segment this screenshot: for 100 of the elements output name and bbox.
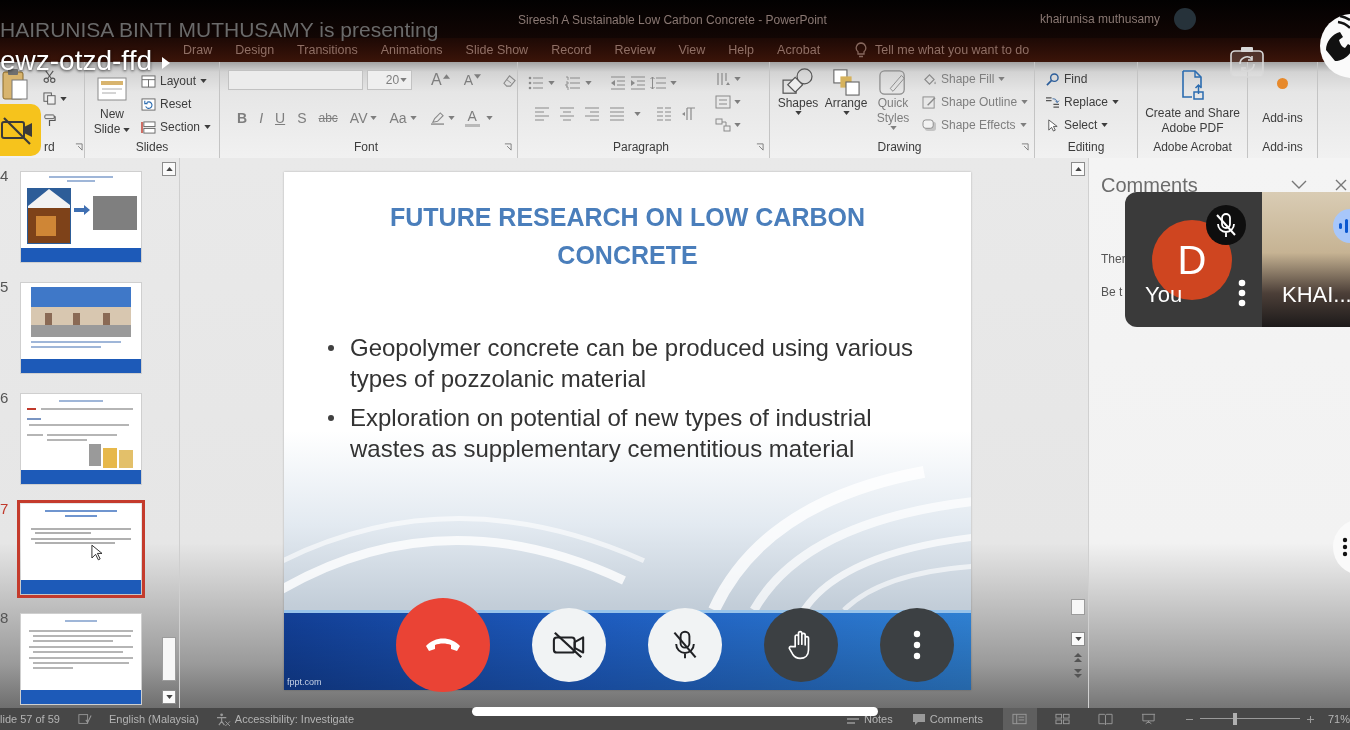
create-pdf-button[interactable]: Create and Share Adobe PDF — [1140, 70, 1245, 138]
select-button[interactable]: Select — [1045, 116, 1137, 134]
pen-outline-icon — [922, 95, 937, 109]
vertical-text-icon[interactable] — [715, 72, 731, 86]
shape-effects-icon — [922, 118, 937, 132]
caret-icon — [1101, 123, 1109, 127]
more-icon[interactable] — [1238, 279, 1246, 307]
caret-icon — [889, 126, 897, 130]
menu-tab[interactable]: Record — [551, 43, 592, 57]
numbered-list-icon[interactable] — [565, 76, 581, 90]
caret-icon — [998, 77, 1006, 81]
reset-icon — [141, 97, 156, 111]
caret-right-icon[interactable] — [162, 57, 170, 69]
arrange-button[interactable]: Arrange — [824, 68, 868, 138]
menu-tab[interactable]: Slide Show — [465, 43, 529, 57]
menu-tab[interactable]: Acrobat — [777, 43, 821, 57]
scrollbar-thumb[interactable] — [162, 637, 176, 681]
caret-icon — [474, 74, 481, 79]
dialog-launcher-icon[interactable] — [504, 143, 512, 151]
menu-tab[interactable]: Draw — [183, 43, 213, 57]
spell-check-icon[interactable] — [77, 713, 92, 725]
menu-tab[interactable]: Help — [728, 43, 755, 57]
scroll-down-button[interactable] — [1071, 632, 1085, 646]
phone-icon[interactable] — [1318, 14, 1350, 78]
dialog-launcher-icon[interactable] — [74, 143, 83, 151]
more-icon — [913, 630, 921, 660]
zoom-level[interactable]: 71% — [1327, 712, 1350, 726]
increase-indent-icon[interactable] — [630, 76, 646, 90]
scroll-up-button[interactable] — [1071, 162, 1085, 176]
add-ins-button[interactable]: Add-ins — [1262, 78, 1303, 138]
presenter-label: HAIRUNISA BINTI MUTHUSAMY is presenting — [0, 17, 439, 43]
notes-button[interactable]: Notes — [864, 712, 893, 726]
caret-icon — [1112, 100, 1120, 104]
search-icon — [1045, 72, 1060, 86]
caret-icon — [400, 78, 407, 82]
reset-button[interactable]: Reset — [141, 95, 212, 113]
cursor-icon — [1045, 118, 1060, 132]
close-icon[interactable] — [1335, 179, 1347, 191]
menu-tab[interactable]: Design — [235, 43, 275, 57]
new-slide-button[interactable]: New Slide — [91, 76, 133, 138]
chevron-down-icon[interactable] — [1291, 180, 1307, 190]
replace-button[interactable]: Replace — [1045, 93, 1137, 111]
triangle-down-icon — [1074, 637, 1082, 641]
tell-me-field[interactable]: Tell me what you want to do — [875, 43, 1045, 57]
arrange-icon — [830, 68, 862, 96]
menu-tab[interactable]: View — [678, 43, 706, 57]
layout-button[interactable]: Layout — [141, 72, 212, 90]
group-label: Adobe Acrobat — [1153, 140, 1232, 154]
text-direction-icon[interactable] — [681, 107, 697, 121]
speech-bubble-icon[interactable] — [911, 713, 926, 725]
participant-name: You — [1145, 282, 1183, 308]
format-painter-icon[interactable] — [42, 114, 57, 127]
highlighter-icon[interactable] — [429, 111, 445, 125]
copy-icon[interactable] — [42, 92, 57, 105]
find-button[interactable]: Find — [1045, 70, 1137, 88]
scroll-up-button[interactable] — [162, 162, 176, 176]
slide-thumbnail[interactable] — [17, 500, 145, 598]
triangle-down-icon — [165, 695, 173, 699]
camera-switch-icon[interactable] — [1230, 46, 1264, 78]
camera-off-icon[interactable] — [0, 104, 41, 156]
normal-view-button[interactable] — [1002, 708, 1037, 730]
dialog-launcher-icon[interactable] — [1021, 143, 1029, 151]
menu-tab[interactable]: Transitions — [297, 43, 358, 57]
more-icon[interactable] — [1333, 519, 1350, 575]
dot-icon — [1277, 78, 1288, 89]
caret-icon — [1021, 100, 1029, 104]
menu-tab[interactable]: Animations — [380, 43, 443, 57]
comment-text: Ther — [1101, 252, 1126, 267]
bullet-icon — [328, 415, 334, 421]
bullet-text: Geopolymer concrete can be produced using various types of pozzolanic material — [350, 333, 914, 394]
section-button[interactable]: Section — [141, 118, 212, 136]
comments-button[interactable]: Comments — [929, 712, 983, 726]
diagram-icon[interactable] — [715, 118, 731, 132]
document-share-icon — [1180, 70, 1205, 100]
scrollbar-thumb[interactable] — [1071, 599, 1085, 615]
comment-text: Be t — [1101, 285, 1123, 300]
group-label: Slides — [135, 140, 169, 154]
eraser-icon[interactable] — [502, 73, 517, 87]
photo-placeholder — [119, 450, 133, 468]
accessibility-icon[interactable] — [215, 712, 231, 726]
camera-off-icon — [552, 630, 586, 660]
caret-icon — [123, 127, 131, 132]
shapes-button[interactable]: Shapes — [776, 68, 820, 138]
line-spacing-icon[interactable] — [650, 76, 666, 90]
language-label[interactable]: English (Malaysia) — [108, 712, 199, 726]
accessibility-status[interactable]: Accessibility: Investigate — [234, 712, 355, 726]
scroll-down-button[interactable] — [162, 690, 176, 704]
slide-counter: lide 57 of 59 — [0, 712, 60, 726]
slide-number: 8 — [0, 609, 10, 627]
decrease-indent-icon[interactable] — [610, 76, 626, 90]
dialog-launcher-icon[interactable] — [756, 143, 764, 151]
menu-tab[interactable]: Review — [614, 43, 656, 57]
section-icon — [141, 120, 156, 134]
mouse-pointer-icon — [91, 544, 102, 561]
zoom-slider-thumb[interactable] — [1232, 713, 1237, 725]
next-slide-icon[interactable] — [1073, 668, 1083, 680]
caret-icon[interactable] — [60, 96, 67, 101]
window-title: Sireesh A Sustainable Low Carbon Concrete - PowerPoint — [518, 13, 827, 27]
previous-slide-icon[interactable] — [1073, 651, 1083, 663]
zoom-in-icon[interactable] — [1306, 715, 1314, 723]
